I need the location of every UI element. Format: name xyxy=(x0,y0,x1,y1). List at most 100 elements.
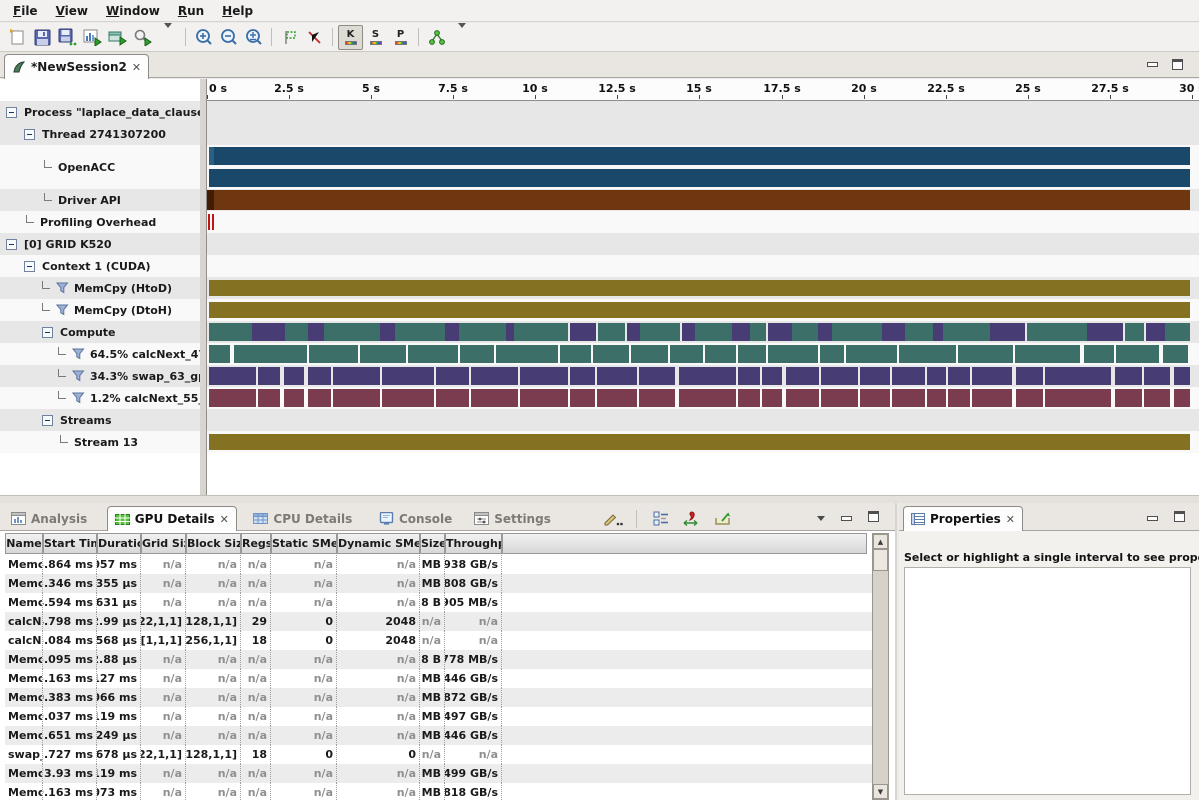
table-row[interactable]: Memcpy148.864 ms1.057 msn/an/an/an/an/a9… xyxy=(5,555,872,574)
timeline-interval[interactable] xyxy=(1115,367,1142,385)
export-icon[interactable] xyxy=(710,506,735,531)
minimize-view-icon[interactable] xyxy=(1147,62,1158,67)
timeline-row-openacc[interactable]: OpenACC xyxy=(0,145,1199,189)
timeline-interval[interactable] xyxy=(1144,367,1170,385)
timeline-interval[interactable] xyxy=(732,323,750,341)
timeline-interval[interactable] xyxy=(695,323,732,341)
timeline-interval[interactable] xyxy=(209,434,1190,450)
timeline-interval[interactable] xyxy=(1045,367,1111,385)
timeline-interval[interactable] xyxy=(570,367,594,385)
profile-application-icon[interactable] xyxy=(80,25,105,50)
tab-analysis[interactable]: Analysis xyxy=(4,506,94,531)
timeline-interval[interactable] xyxy=(209,345,230,363)
timeline-interval[interactable] xyxy=(520,389,568,407)
collapse-icon[interactable] xyxy=(42,327,53,338)
timeline-interval[interactable] xyxy=(948,367,970,385)
timeline-interval[interactable] xyxy=(792,323,818,341)
timeline-row-memcpy-htod[interactable]: MemCpy (HtoD) xyxy=(0,277,1199,299)
close-icon[interactable]: ✕ xyxy=(220,514,229,525)
timeline-interval[interactable] xyxy=(1045,389,1111,407)
timeline-interval[interactable] xyxy=(927,389,946,407)
menu-item-view[interactable]: View xyxy=(47,2,97,20)
timeline-row-compute[interactable]: Compute xyxy=(0,321,1199,343)
timeline-interval[interactable] xyxy=(333,389,380,407)
timeline-interval[interactable] xyxy=(445,323,459,341)
timeline-interval[interactable] xyxy=(436,389,469,407)
timeline-interval[interactable] xyxy=(382,367,434,385)
caret-down-icon[interactable] xyxy=(155,25,180,50)
timeline-interval[interactable] xyxy=(209,302,1190,318)
timeline-interval[interactable] xyxy=(738,345,767,363)
timeline-interval[interactable] xyxy=(598,323,625,341)
save-icon[interactable] xyxy=(30,25,55,50)
close-icon[interactable]: ✕ xyxy=(132,62,141,73)
timeline-interval[interactable] xyxy=(520,367,568,385)
timeline-interval[interactable] xyxy=(209,323,252,341)
timeline-interval[interactable] xyxy=(506,323,514,341)
timeline-interval[interactable] xyxy=(1163,345,1188,363)
table-row[interactable]: calcNext_47154.798 ms282.99 µs[1022,1,1]… xyxy=(5,612,872,631)
timeline-interval[interactable] xyxy=(380,323,395,341)
zoom-in-icon[interactable] xyxy=(191,25,216,50)
collapse-icon[interactable] xyxy=(24,129,35,140)
timeline-interval[interactable] xyxy=(436,367,469,385)
timeline-interval[interactable] xyxy=(786,389,819,407)
timeline-interval[interactable] xyxy=(750,323,766,341)
timeline-interval[interactable] xyxy=(860,389,889,407)
table-row[interactable]: Memcpy154.594 ms1.631 µsn/an/an/an/an/a8… xyxy=(5,593,872,612)
maximize-panel-icon[interactable] xyxy=(868,511,879,522)
timeline-interval[interactable] xyxy=(460,345,494,363)
table-row[interactable]: Memcpy173.93 ms1.119 msn/an/an/an/an/a9 … xyxy=(5,764,872,783)
table-row[interactable]: Memcpy169.037 ms1.119 msn/an/an/an/an/a9… xyxy=(5,707,872,726)
timeline-interval[interactable] xyxy=(360,345,406,363)
timeline-interval[interactable] xyxy=(284,367,304,385)
timeline-interval[interactable] xyxy=(899,345,956,363)
menu-item-help[interactable]: Help xyxy=(213,2,262,20)
timeline-interval[interactable] xyxy=(905,323,933,341)
table-row[interactable]: swap_63_gpu173.727 ms50.678 µs[1022,1,1]… xyxy=(5,745,872,764)
table-row[interactable]: Memcpy172.651 ms93.249 µsn/an/an/an/an/a… xyxy=(5,726,872,745)
process-color-button[interactable]: P xyxy=(388,25,413,50)
timeline-interval[interactable] xyxy=(639,389,675,407)
timeline-interval[interactable] xyxy=(570,323,596,341)
tab-gpu-details[interactable]: GPU Details✕ xyxy=(107,506,237,531)
edit-columns-icon[interactable] xyxy=(600,506,625,531)
marker-flag-icon[interactable] xyxy=(277,25,302,50)
search-run-icon[interactable] xyxy=(130,25,155,50)
timeline-interval[interactable] xyxy=(333,367,380,385)
kernel-color-button[interactable]: K xyxy=(338,25,363,50)
timeline-interval[interactable] xyxy=(821,367,858,385)
timeline-interval[interactable] xyxy=(209,389,256,407)
collapse-icon[interactable] xyxy=(42,415,53,426)
timeline-interval[interactable] xyxy=(1116,345,1159,363)
timeline-interval[interactable] xyxy=(846,345,896,363)
caret-down-icon[interactable] xyxy=(449,25,474,50)
table-row[interactable]: Memcpy153.346 ms62.355 µsn/an/an/an/an/a… xyxy=(5,574,872,593)
timeline-interval[interactable] xyxy=(209,280,1190,296)
timeline-interval[interactable] xyxy=(1015,345,1081,363)
new-session-icon[interactable] xyxy=(5,25,30,50)
timeline-interval[interactable] xyxy=(1174,389,1190,407)
timeline-interval[interactable] xyxy=(1027,323,1086,341)
horizontal-sash[interactable] xyxy=(0,495,1199,503)
timeline-interval[interactable] xyxy=(927,367,946,385)
menu-item-file[interactable]: File xyxy=(4,2,47,20)
session-tab[interactable]: *NewSession2 ✕ xyxy=(4,54,149,79)
collapse-icon[interactable] xyxy=(6,239,17,250)
table-row[interactable]: Memcpy160.383 ms1.066 msn/an/an/an/an/a9… xyxy=(5,688,872,707)
timeline-interval[interactable] xyxy=(679,367,736,385)
timeline-interval[interactable] xyxy=(933,323,943,341)
tab-properties[interactable]: Properties ✕ xyxy=(903,506,1023,531)
timeline-interval[interactable] xyxy=(285,323,307,341)
timeline-interval[interactable] xyxy=(207,190,214,210)
run-analysis-icon[interactable] xyxy=(105,25,130,50)
timeline-interval[interactable] xyxy=(471,367,518,385)
timeline-interval[interactable] xyxy=(762,389,782,407)
column-header-duration[interactable]: Duration xyxy=(97,533,141,554)
timeline-interval[interactable] xyxy=(324,323,380,341)
timeline-interval[interactable] xyxy=(972,367,1012,385)
timeline-interval[interactable] xyxy=(207,190,1190,210)
timeline-interval[interactable] xyxy=(892,389,925,407)
timeline-interval[interactable] xyxy=(1087,323,1123,341)
column-header-size[interactable]: Size xyxy=(420,533,445,554)
